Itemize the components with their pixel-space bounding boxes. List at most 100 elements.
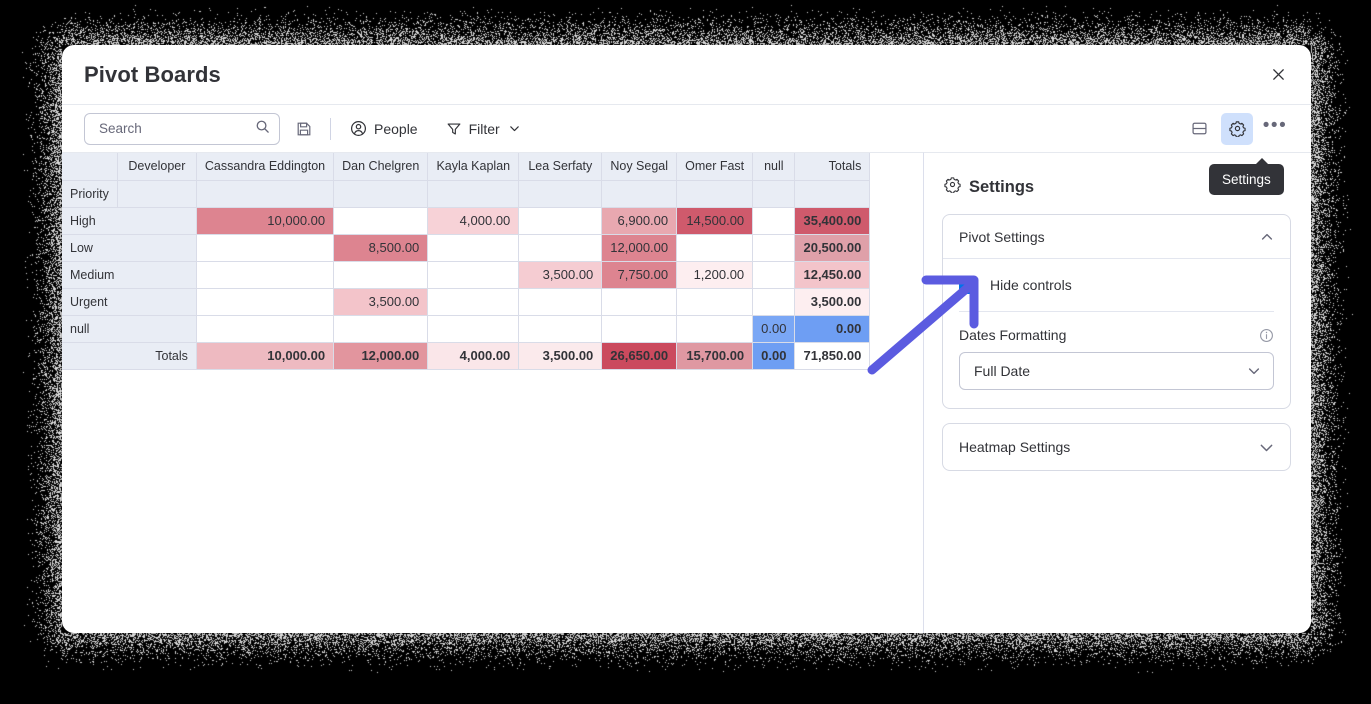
pivot-row-total-cell[interactable]: 12,450.00	[795, 261, 870, 288]
pivot-grand-total-cell[interactable]: 71,850.00	[795, 342, 870, 369]
table-row: Urgent 3,500.00 3,500.00	[62, 288, 870, 315]
pivot-cell[interactable]	[753, 207, 795, 234]
pivot-cell[interactable]	[428, 315, 519, 342]
pivot-cell[interactable]: 1,200.00	[677, 261, 753, 288]
pivot-total-cell[interactable]: 12,000.00	[334, 342, 428, 369]
filter-button-label: Filter	[469, 121, 500, 137]
save-disk-icon[interactable]	[288, 113, 320, 145]
col-header: Omer Fast	[677, 153, 753, 180]
pivot-row-total-cell[interactable]: 0.00	[795, 315, 870, 342]
pivot-cell[interactable]: 8,500.00	[334, 234, 428, 261]
search-input[interactable]	[97, 120, 255, 137]
search-field[interactable]	[84, 113, 280, 145]
pivot-table-head: Developer Cassandra Eddington Dan Chelgr…	[62, 153, 870, 207]
chevron-down-icon[interactable]	[1259, 440, 1274, 455]
close-icon[interactable]	[1263, 59, 1293, 89]
people-button[interactable]: People	[341, 113, 427, 145]
toolbar: People Filter	[62, 104, 1311, 152]
column-group-label: Developer	[117, 153, 196, 180]
row-header[interactable]: Urgent	[62, 288, 196, 315]
pivot-total-cell[interactable]: 15,700.00	[677, 342, 753, 369]
pivot-row-total-cell[interactable]: 35,400.00	[795, 207, 870, 234]
row-header[interactable]: High	[62, 207, 196, 234]
row-header[interactable]: Medium	[62, 261, 196, 288]
spacer-cell	[602, 180, 677, 207]
pivot-cell[interactable]	[428, 288, 519, 315]
pivot-cell[interactable]	[519, 315, 602, 342]
pivot-cell[interactable]	[334, 315, 428, 342]
corner-cell	[62, 153, 117, 180]
heatmap-settings-card-header[interactable]: Heatmap Settings	[943, 424, 1290, 470]
pivot-cell[interactable]: 3,500.00	[519, 261, 602, 288]
pivot-cell[interactable]	[753, 288, 795, 315]
col-header: Lea Serfaty	[519, 153, 602, 180]
pivot-total-cell[interactable]: 10,000.00	[196, 342, 333, 369]
pivot-cell[interactable]: 7,750.00	[602, 261, 677, 288]
hide-controls-row[interactable]: Hide controls	[959, 259, 1274, 311]
page-title: Pivot Boards	[84, 62, 221, 88]
funnel-icon	[446, 121, 462, 137]
spacer-cell	[196, 180, 333, 207]
col-header: null	[753, 153, 795, 180]
chevron-down-icon[interactable]	[1247, 364, 1261, 378]
pivot-cell[interactable]	[677, 234, 753, 261]
pivot-cell[interactable]	[334, 207, 428, 234]
ellipsis-glyph: •••	[1263, 116, 1287, 141]
pivot-cell[interactable]	[428, 234, 519, 261]
split-panel-icon[interactable]	[1183, 113, 1215, 145]
pivot-cell[interactable]: 12,000.00	[602, 234, 677, 261]
pivot-cell[interactable]	[677, 288, 753, 315]
info-circle-icon[interactable]	[1259, 328, 1274, 343]
pivot-cell[interactable]: 10,000.00	[196, 207, 333, 234]
pivot-cell[interactable]: 3,500.00	[334, 288, 428, 315]
dates-formatting-select[interactable]: Full Date	[959, 352, 1274, 390]
pivot-cell[interactable]	[602, 315, 677, 342]
settings-tooltip: Settings	[1209, 164, 1284, 195]
spacer-cell	[117, 180, 196, 207]
table-row: null 0.00 0.00	[62, 315, 870, 342]
pivot-total-cell[interactable]: 4,000.00	[428, 342, 519, 369]
gear-icon[interactable]	[1221, 113, 1253, 145]
pivot-cell[interactable]: 6,900.00	[602, 207, 677, 234]
pivot-cell[interactable]	[519, 207, 602, 234]
pivot-cell[interactable]	[428, 261, 519, 288]
pivot-cell[interactable]	[519, 288, 602, 315]
pivot-total-cell[interactable]: 26,650.00	[602, 342, 677, 369]
row-header[interactable]: null	[62, 315, 196, 342]
pivot-cell[interactable]	[753, 234, 795, 261]
pivot-cell[interactable]	[677, 315, 753, 342]
dialog-header: Pivot Boards	[62, 45, 1311, 104]
row-header[interactable]: Low	[62, 234, 196, 261]
pivot-cell[interactable]: 4,000.00	[428, 207, 519, 234]
pivot-cell[interactable]	[196, 315, 333, 342]
spacer-cell	[334, 180, 428, 207]
dates-formatting-label: Dates Formatting	[959, 327, 1259, 343]
col-header-totals: Totals	[795, 153, 870, 180]
pivot-cell[interactable]	[602, 288, 677, 315]
pivot-row-total-cell[interactable]: 20,500.00	[795, 234, 870, 261]
pivot-settings-card-header[interactable]: Pivot Settings	[943, 215, 1290, 259]
chevron-up-icon[interactable]	[1260, 230, 1274, 244]
pivot-cell[interactable]	[519, 234, 602, 261]
ellipsis-icon[interactable]: •••	[1259, 113, 1291, 145]
filter-button[interactable]: Filter	[437, 113, 530, 145]
pivot-cell[interactable]	[196, 234, 333, 261]
hide-controls-checkbox[interactable]	[959, 276, 977, 294]
pivot-row-total-cell[interactable]: 3,500.00	[795, 288, 870, 315]
table-row: High 10,000.00 4,000.00 6,900.00 14,500.00 35…	[62, 207, 870, 234]
col-header: Kayla Kaplan	[428, 153, 519, 180]
pivot-cell[interactable]	[196, 261, 333, 288]
pivot-table-pane: Developer Cassandra Eddington Dan Chelgr…	[62, 152, 923, 633]
spacer-cell	[519, 180, 602, 207]
pivot-total-cell[interactable]: 3,500.00	[519, 342, 602, 369]
pivot-cell[interactable]: 0.00	[753, 315, 795, 342]
spacer-cell	[677, 180, 753, 207]
pivot-cell[interactable]	[753, 261, 795, 288]
pivot-cell[interactable]: 14,500.00	[677, 207, 753, 234]
pivot-total-cell[interactable]: 0.00	[753, 342, 795, 369]
pivot-cell[interactable]	[196, 288, 333, 315]
pivot-cell[interactable]	[334, 261, 428, 288]
spacer-cell	[428, 180, 519, 207]
pivot-settings-card-body: Hide controls Dates Formatting Full Date	[943, 259, 1290, 390]
settings-panel: Settings Pivot Settings Hide controls Da…	[923, 152, 1311, 633]
